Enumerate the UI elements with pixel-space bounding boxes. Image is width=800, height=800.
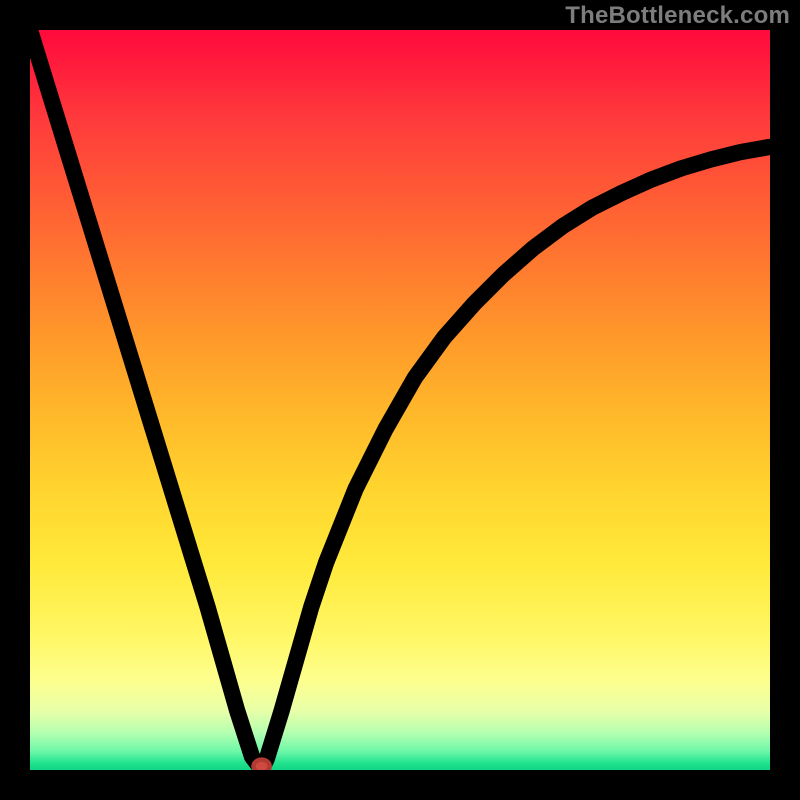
figure-root: TheBottleneck.com — [0, 0, 800, 800]
bottleneck-curve — [30, 30, 770, 766]
plot-area — [30, 30, 770, 770]
curve-svg — [30, 30, 770, 770]
min-dot — [253, 760, 269, 770]
watermark-text: TheBottleneck.com — [565, 2, 790, 30]
